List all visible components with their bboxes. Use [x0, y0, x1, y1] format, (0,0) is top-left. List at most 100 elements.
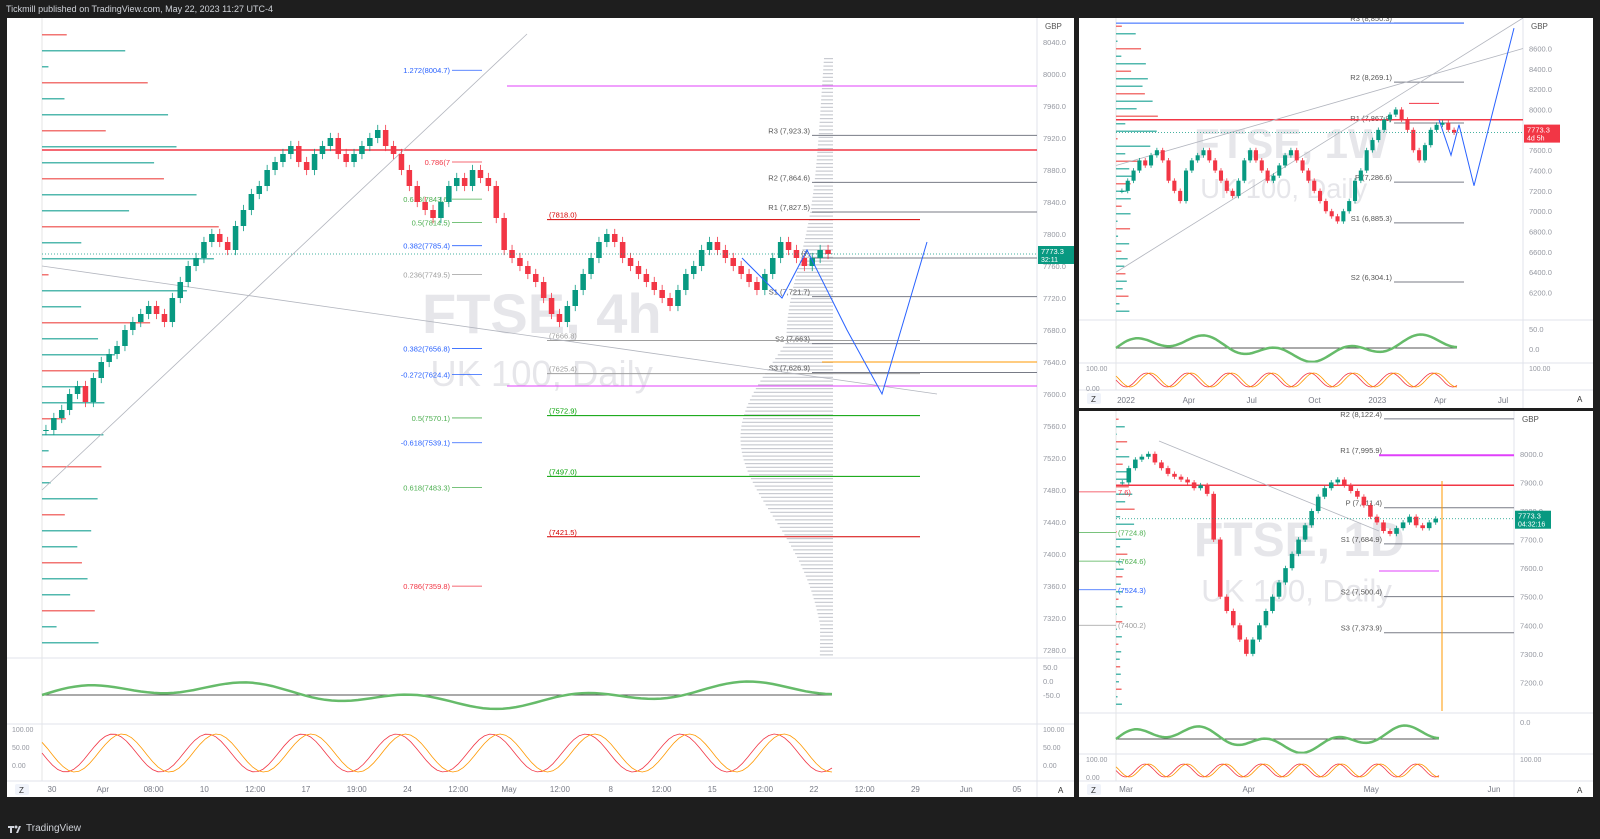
volume-profile-bar: [1116, 205, 1122, 207]
candle-body: [1231, 611, 1236, 626]
volume-profile-bar: [820, 110, 833, 112]
volume-profile-bar: [1116, 93, 1145, 95]
key-level-label: (7818.0): [549, 211, 577, 220]
volume-profile-bar: [805, 238, 833, 240]
time-tick: 22: [809, 785, 818, 794]
stoch-tick: 0.00: [1086, 386, 1100, 393]
candle-body: [1166, 160, 1171, 181]
time-tick: May: [1364, 785, 1379, 794]
volume-profile-bar: [795, 553, 833, 555]
volume-profile-bar: [753, 391, 833, 393]
time-tick: Jun: [1488, 785, 1501, 794]
candle-body: [580, 274, 586, 290]
price-tick: 6600.0: [1529, 248, 1552, 257]
volume-profile-bar: [1116, 681, 1119, 683]
volume-profile-bar: [1116, 441, 1128, 443]
weekly-chart-svg[interactable]: FTSE, 1WUK 100, DailyGBP8600.08400.08200…: [1079, 18, 1593, 408]
volume-profile-bar: [822, 80, 833, 82]
candle-body: [209, 234, 215, 242]
volume-profile-bar: [1116, 250, 1122, 252]
candle-body: [1322, 488, 1327, 497]
daily-chart-svg[interactable]: FTSE, 1DUK 100, DailyGBP8000.07900.07800…: [1079, 411, 1593, 797]
fib-level-label: -0.272(7624.4): [401, 370, 451, 379]
candle-body: [1172, 473, 1177, 477]
candle-body: [1165, 468, 1171, 474]
volume-profile-bar: [821, 91, 833, 93]
volume-profile-bar: [1116, 265, 1125, 267]
volume-profile-bar: [1116, 516, 1121, 518]
price-tick: 7300.0: [1520, 650, 1543, 659]
volume-profile-bar: [1116, 85, 1143, 87]
stoch-d-line: [1115, 763, 1440, 778]
candle-body: [1328, 482, 1334, 489]
volume-profile-bar: [1116, 636, 1122, 638]
time-tick: 24: [403, 785, 412, 794]
volume-profile-bar: [819, 121, 833, 123]
candle-body: [1204, 485, 1210, 494]
candle-body: [374, 130, 381, 138]
zoom-button-label: Z: [1091, 395, 1096, 404]
candle-body: [532, 274, 539, 282]
price-tick: 8000.0: [1043, 70, 1066, 79]
volume-profile-bar: [1116, 546, 1121, 548]
candle-body: [390, 146, 397, 154]
volume-profile-bar: [42, 258, 214, 260]
stoch-tick: 0.00: [1086, 775, 1100, 782]
candle-body: [1152, 453, 1158, 463]
weekly-chart-panel[interactable]: FTSE, 1W UK 100, Daily GBP 8600.0 8400.0 8200…: [1079, 18, 1593, 408]
daily-chart-panel[interactable]: FTSE, 1DUK 100, DailyGBP8000.07900.07800…: [1079, 411, 1593, 797]
candle-body: [777, 242, 784, 258]
candle-body: [1237, 625, 1243, 640]
price-tick: 7200.0: [1520, 678, 1543, 687]
volume-profile-bar: [1116, 418, 1119, 420]
candle-body: [643, 274, 650, 282]
volume-profile-bar: [1116, 78, 1148, 80]
volume-profile-bar: [1116, 688, 1122, 690]
volume-profile-bar: [42, 98, 65, 100]
volume-profile-bar: [42, 562, 82, 564]
pivot-label: R2 (8,122.4): [1340, 411, 1382, 419]
volume-profile-bar: [1116, 288, 1123, 290]
candle-body: [1270, 596, 1275, 611]
stoch-tick: 100.00: [1043, 727, 1065, 734]
volume-profile-bar: [819, 118, 833, 120]
main-chart-svg[interactable]: FTSE, 4hUK 100, DailyGBP8040.08000.07960…: [7, 18, 1074, 797]
volume-profile-bar: [42, 146, 177, 148]
volume-profile-bar: [820, 635, 833, 637]
price-tick: 7840.0: [1043, 198, 1066, 207]
candle-body: [406, 170, 413, 186]
candle-body: [90, 378, 97, 402]
volume-profile-bar: [1116, 198, 1131, 200]
volume-profile-bar: [749, 399, 833, 401]
volume-profile-bar: [797, 556, 833, 558]
price-tick: 8400.0: [1529, 65, 1552, 74]
volume-profile-bar: [754, 485, 833, 487]
volume-profile-bar: [1116, 651, 1122, 653]
volume-profile-bar: [816, 166, 833, 168]
candle-body: [659, 290, 665, 298]
trend-line: [41, 33, 528, 491]
candle-body: [572, 290, 579, 306]
volume-profile-bar: [798, 560, 833, 562]
price-tick: 6800.0: [1529, 228, 1552, 237]
tradingview-logo[interactable]: TradingView: [8, 818, 81, 839]
candle-body: [1178, 190, 1183, 202]
candle-body: [185, 266, 191, 282]
volume-profile-bar: [814, 178, 833, 180]
volume-profile-bar: [741, 448, 833, 450]
candle-body: [1407, 516, 1412, 523]
price-tick: 7640.0: [1043, 358, 1066, 367]
oscillator-tick: 50.0: [1529, 325, 1544, 334]
candle-body: [280, 154, 286, 162]
volume-profile-bar: [42, 498, 98, 500]
pivot-label: R1 (7,995.9): [1340, 446, 1382, 455]
candle-body: [430, 210, 436, 218]
volume-profile-bar: [1116, 228, 1131, 230]
candle-body: [517, 258, 523, 266]
volume-profile-bar: [791, 545, 833, 547]
volume-profile-bar: [765, 504, 833, 506]
time-tick: 30: [48, 785, 57, 794]
main-chart-panel[interactable]: FTSE, 4h UK 100, Daily GBP 8040.0 8000.0 7960…: [7, 18, 1074, 797]
volume-profile-bar: [1116, 100, 1153, 102]
volume-profile-bar: [1116, 55, 1122, 57]
